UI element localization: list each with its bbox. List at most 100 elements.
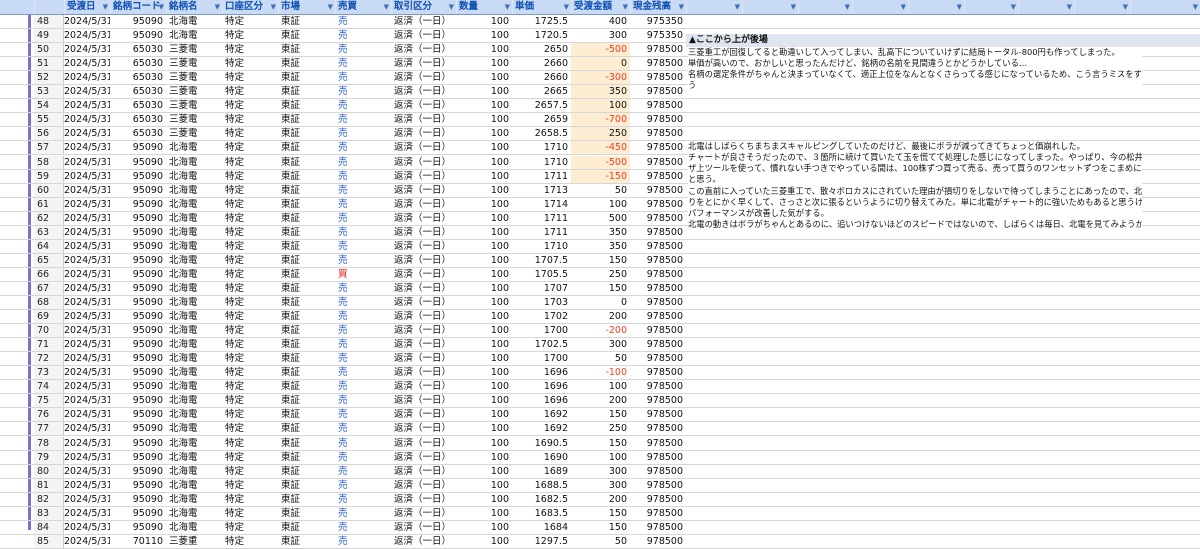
cell-qty[interactable]: 100 <box>456 437 512 450</box>
cell-qty[interactable]: 100 <box>456 338 512 351</box>
cell-amt[interactable]: 150 <box>571 437 630 450</box>
cell-type[interactable]: 返済（一日） <box>391 226 456 239</box>
cell-date[interactable]: 2024/5/31 <box>64 352 110 365</box>
cell-side[interactable]: 売 <box>335 127 391 140</box>
cell-name[interactable]: 北海電 <box>166 268 222 281</box>
cell-qty[interactable]: 100 <box>456 366 512 379</box>
cell-amt[interactable]: 300 <box>571 479 630 492</box>
cell-date[interactable]: 2024/5/31 <box>64 184 110 197</box>
cell-qty[interactable]: 100 <box>456 352 512 365</box>
cell-qty[interactable]: 100 <box>456 71 512 84</box>
cell-side[interactable]: 売 <box>335 184 391 197</box>
cell-qty[interactable]: 100 <box>456 465 512 478</box>
cell-price[interactable]: 1713 <box>512 184 571 197</box>
cell-bal[interactable]: 978500 <box>630 521 686 534</box>
cell-side[interactable]: 売 <box>335 422 391 435</box>
column-header-price[interactable]: 単価 ▼ <box>512 0 571 14</box>
cell-side[interactable]: 売 <box>335 296 391 309</box>
cell-amt[interactable]: -500 <box>571 43 630 57</box>
cell-qty[interactable]: 100 <box>456 85 512 98</box>
row-number[interactable]: 69 <box>34 310 64 324</box>
cell-code[interactable]: 65030 <box>110 113 166 126</box>
cell-qty[interactable]: 100 <box>456 268 512 281</box>
column-header-type[interactable]: 取引区分 ▼ <box>391 0 456 14</box>
cell-mkt[interactable]: 東証 <box>278 15 335 28</box>
cell-bal[interactable]: 978500 <box>630 324 686 337</box>
cell-code[interactable]: 95090 <box>110 324 166 337</box>
cell-acct[interactable]: 特定 <box>222 422 278 435</box>
cell-name[interactable]: 北海電 <box>166 380 222 393</box>
cell-name[interactable]: 北海電 <box>166 282 222 295</box>
cell-price[interactable]: 1703 <box>512 296 571 309</box>
cell-name[interactable]: 北海電 <box>166 141 222 154</box>
cell-mkt[interactable]: 東証 <box>278 521 335 534</box>
cell-side[interactable]: 売 <box>335 240 391 253</box>
cell-date[interactable]: 2024/5/31 <box>64 127 110 140</box>
cell-bal[interactable]: 978500 <box>630 43 686 56</box>
row-number[interactable]: 59 <box>34 169 64 183</box>
cell-mkt[interactable]: 東証 <box>278 57 335 70</box>
cell-acct[interactable]: 特定 <box>222 127 278 140</box>
cell-acct[interactable]: 特定 <box>222 198 278 211</box>
cell-amt[interactable]: 50 <box>571 535 630 548</box>
table-row[interactable]: 77 2024/5/31 95090 北海電 特定 東証売返済（一日） 100 1692 250… <box>0 422 1200 437</box>
row-number[interactable]: 58 <box>34 155 64 169</box>
cell-code[interactable]: 95090 <box>110 507 166 520</box>
cell-date[interactable]: 2024/5/31 <box>64 422 110 435</box>
cell-name[interactable]: 北海電 <box>166 240 222 253</box>
cell-name[interactable]: 三菱電 <box>166 57 222 70</box>
cell-amt[interactable]: 250 <box>571 422 630 435</box>
cell-acct[interactable]: 特定 <box>222 226 278 239</box>
cell-price[interactable]: 1684 <box>512 521 571 534</box>
cell-bal[interactable]: 978500 <box>630 156 686 169</box>
row-number[interactable]: 79 <box>34 450 64 464</box>
cell-amt[interactable]: 150 <box>571 282 630 295</box>
cell-type[interactable]: 返済（一日） <box>391 43 456 56</box>
cell-side[interactable]: 売 <box>335 156 391 169</box>
cell-code[interactable]: 95090 <box>110 282 166 295</box>
cell-name[interactable]: 北海電 <box>166 156 222 169</box>
cell-amt[interactable]: 0 <box>571 296 630 309</box>
cell-bal[interactable]: 975350 <box>630 15 686 28</box>
cell-code[interactable]: 95090 <box>110 141 166 154</box>
table-row[interactable]: 55 2024/5/31 65030 三菱電 特定 東証売返済（一日） 100 2659 -70… <box>0 113 1200 128</box>
row-number[interactable]: 67 <box>34 281 64 295</box>
cell-acct[interactable]: 特定 <box>222 57 278 70</box>
cell-amt[interactable]: 300 <box>571 465 630 478</box>
row-number[interactable]: 52 <box>34 71 64 85</box>
cell-type[interactable]: 返済（一日） <box>391 198 456 211</box>
cell-name[interactable]: 三菱電 <box>166 99 222 112</box>
cell-bal[interactable]: 978500 <box>630 170 686 183</box>
cell-amt[interactable]: 100 <box>571 380 630 393</box>
cell-type[interactable]: 返済（一日） <box>391 170 456 183</box>
cell-price[interactable]: 1720.5 <box>512 29 571 42</box>
table-row[interactable]: 81 2024/5/31 95090 北海電 特定 東証売返済（一日） 100 1688.5 3… <box>0 478 1200 493</box>
cell-price[interactable]: 1688.5 <box>512 479 571 492</box>
cell-bal[interactable]: 978500 <box>630 282 686 295</box>
cell-mkt[interactable]: 東証 <box>278 465 335 478</box>
cell-type[interactable]: 返済（一日） <box>391 240 456 253</box>
cell-code[interactable]: 95090 <box>110 296 166 309</box>
filter-dropdown-icon[interactable]: ▼ <box>103 0 108 14</box>
cell-bal[interactable]: 978500 <box>630 366 686 379</box>
cell-amt[interactable]: 150 <box>571 408 630 421</box>
cell-type[interactable]: 返済（一日） <box>391 380 456 393</box>
filter-dropdown-icon[interactable]: ▼ <box>623 0 628 14</box>
cell-qty[interactable]: 100 <box>456 15 512 28</box>
cell-amt[interactable]: -300 <box>571 71 630 85</box>
cell-qty[interactable]: 100 <box>456 296 512 309</box>
cell-price[interactable]: 1702.5 <box>512 338 571 351</box>
row-number[interactable]: 73 <box>34 366 64 380</box>
cell-mkt[interactable]: 東証 <box>278 366 335 379</box>
cell-bal[interactable]: 978500 <box>630 451 686 464</box>
table-row[interactable]: 82 2024/5/31 95090 北海電 特定 東証売返済（一日） 100 1682.5 2… <box>0 492 1200 507</box>
cell-price[interactable]: 1696 <box>512 394 571 407</box>
cell-date[interactable]: 2024/5/31 <box>64 99 110 112</box>
table-row[interactable]: 71 2024/5/31 95090 北海電 特定 東証売返済（一日） 100 1702.5 3… <box>0 338 1200 353</box>
cell-bal[interactable]: 978500 <box>630 479 686 492</box>
cell-mkt[interactable]: 東証 <box>278 184 335 197</box>
cell-type[interactable]: 返済（一日） <box>391 113 456 126</box>
cell-price[interactable]: 1711 <box>512 226 571 239</box>
cell-side[interactable]: 売 <box>335 352 391 365</box>
column-header-empty[interactable]: ▼ <box>908 0 964 14</box>
